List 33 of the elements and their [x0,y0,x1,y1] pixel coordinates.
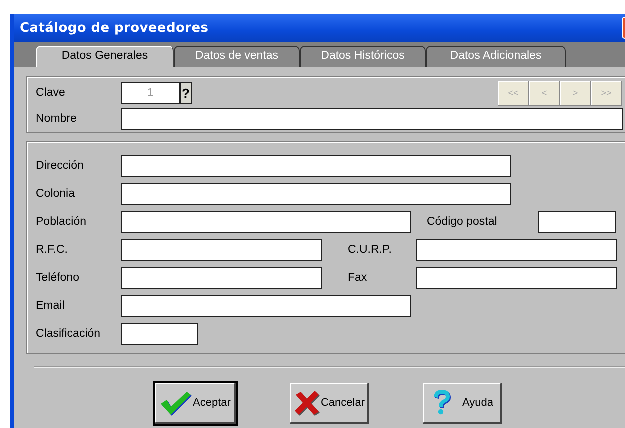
input-field[interactable] [538,211,616,233]
input-field[interactable] [121,183,511,205]
check-icon [159,390,194,416]
tab[interactable]: Datos Generales [36,46,174,67]
dialog-button[interactable]: Cancelar [290,383,369,424]
window-title: Catálogo de proveedores [20,20,209,36]
field-label: Clasificación [36,328,102,340]
tab[interactable]: Datos Adicionales [426,46,566,67]
field-label: Población [36,216,88,228]
field-label: Email [36,300,66,312]
field-label: Colonia [36,188,76,200]
field-label: Fax [348,272,368,284]
field-label: C.U.R.P. [348,244,393,256]
field-label: Dirección [36,160,85,172]
tab[interactable]: Datos de ventas [174,46,300,67]
cross-icon [292,390,321,416]
tab[interactable]: Datos Históricos [300,46,426,67]
input-field[interactable] [121,211,411,233]
field-label: Clave [36,87,66,99]
input-field[interactable] [121,267,322,289]
input-field[interactable] [121,295,411,317]
field-label: R.F.C. [36,244,69,256]
dialog-button[interactable]: Aceptar [155,383,236,424]
input-field[interactable] [121,155,511,177]
field-label: Código postal [427,216,498,228]
input-field[interactable] [121,239,322,261]
field-label: Nombre [36,113,78,125]
input-field[interactable] [121,108,623,130]
input-field[interactable] [416,239,617,261]
input-field[interactable] [121,323,198,345]
dialog-button[interactable]: Ayuda [423,383,502,424]
field-label: Teléfono [36,272,80,284]
input-field[interactable] [416,267,617,289]
